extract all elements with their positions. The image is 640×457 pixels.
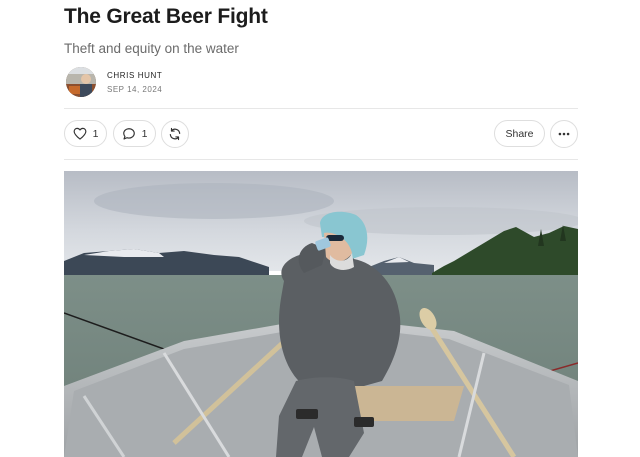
avatar-image [66,67,96,97]
share-label: Share [505,127,534,140]
restack-button[interactable] [161,120,189,148]
more-options-button[interactable] [550,120,578,148]
heart-icon [73,127,86,140]
comment-button[interactable]: 1 [113,120,156,147]
more-icon [558,132,570,136]
comment-icon [122,127,135,140]
author-avatar[interactable] [66,67,96,97]
author-name[interactable]: CHRIS HUNT [107,71,162,80]
divider-top [64,108,578,109]
share-button[interactable]: Share [494,120,545,147]
restack-icon [169,127,181,141]
post-date: SEP 14, 2024 [107,85,163,94]
hero-photo [64,171,578,457]
post-title: The Great Beer Fight [64,5,268,28]
hero-image[interactable] [64,171,578,457]
like-button[interactable]: 1 [64,120,107,147]
like-count: 1 [92,127,99,140]
comment-count: 1 [141,127,148,140]
post-subtitle: Theft and equity on the water [64,41,239,56]
divider-bottom [64,159,578,160]
